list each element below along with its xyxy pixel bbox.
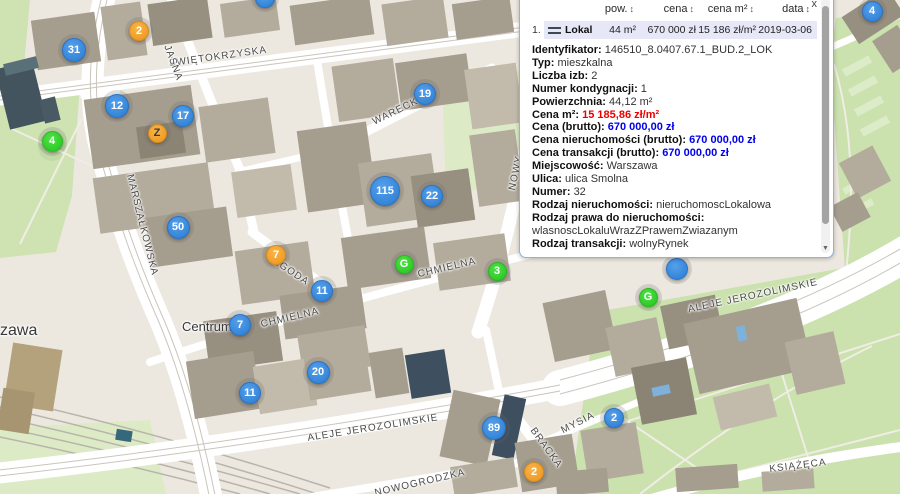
- map-application: ŚWIĘTOKRZYSKAJASNAWARECKANOWYMARSZAŁKOWS…: [0, 0, 900, 494]
- detail-line: Numer: 32: [532, 186, 813, 199]
- detail-label: Cena (brutto):: [532, 121, 608, 133]
- column-header-label: cena m²: [708, 3, 748, 15]
- detail-label: Rodzaj nieruchomości:: [532, 199, 656, 211]
- detail-line: Rodzaj nieruchomości: nieruchomoscLokalo…: [532, 199, 813, 212]
- detail-line: Cena (brutto): 670 000,00 zł: [532, 121, 813, 134]
- column-header[interactable]: cena m²↕: [694, 3, 754, 15]
- result-name: Lokal: [565, 24, 596, 36]
- detail-value: 44,12 m²: [609, 96, 652, 108]
- close-icon[interactable]: x: [812, 0, 818, 9]
- detail-label: Liczba izb:: [532, 70, 591, 82]
- map-marker[interactable]: 2: [604, 408, 624, 428]
- column-header-label: pow.: [605, 3, 628, 15]
- detail-line: Ulica: ulica Smolna: [532, 173, 813, 186]
- map-marker[interactable]: 7: [266, 245, 286, 265]
- map-marker[interactable]: 115: [370, 176, 400, 206]
- map-marker[interactable]: 19: [414, 83, 436, 105]
- detail-list: Identyfikator: 146510_8.0407.67.1_BUD.2_…: [520, 39, 833, 251]
- detail-label: Miejscowość:: [532, 160, 607, 172]
- detail-line: Powierzchnia: 44,12 m²: [532, 96, 813, 109]
- result-index: 1.: [532, 24, 544, 36]
- map-marker[interactable]: 22: [421, 185, 443, 207]
- detail-label: Cena nieruchomości (brutto):: [532, 134, 689, 146]
- detail-line: Liczba izb: 2: [532, 70, 813, 83]
- column-header[interactable]: pow.↕: [594, 3, 634, 15]
- feature-info-popup: x pow.↕cena↕cena m²↕data↕ 1. Lokal 44 m²…: [519, 0, 834, 258]
- detail-value: 670 000,00 zł: [608, 121, 675, 133]
- detail-label: Numer:: [532, 186, 574, 198]
- detail-label: Cena transakcji (brutto):: [532, 147, 662, 159]
- result-cena: 670 000 zł: [636, 24, 696, 36]
- detail-line: Rodzaj transakcji: wolnyRynek: [532, 238, 813, 251]
- header-spacer: [532, 3, 594, 15]
- popup-column-headers: pow.↕cena↕cena m²↕data↕: [520, 0, 833, 15]
- column-header-label: cena: [664, 3, 688, 15]
- result-pow: 44 m²: [596, 24, 636, 36]
- detail-line: Identyfikator: 146510_8.0407.67.1_BUD.2_…: [532, 44, 813, 57]
- detail-value: 670 000,00 zł: [689, 134, 756, 146]
- map-marker[interactable]: 20: [307, 361, 330, 384]
- column-header-label: data: [782, 3, 803, 15]
- detail-label: Rodzaj transakcji:: [532, 238, 629, 250]
- detail-label: Rodzaj prawa do nieruchomości:: [532, 212, 704, 224]
- detail-label: Cena m²:: [532, 109, 582, 121]
- detail-value: ulica Smolna: [565, 173, 628, 185]
- detail-label: Powierzchnia:: [532, 96, 609, 108]
- map-marker[interactable]: 17: [172, 105, 194, 127]
- map-marker[interactable]: 12: [105, 94, 129, 118]
- scrollbar-thumb[interactable]: [822, 6, 829, 224]
- column-header[interactable]: cena↕: [634, 3, 694, 15]
- detail-value: Warszawa: [607, 160, 658, 172]
- map-marker[interactable]: 50: [167, 216, 190, 239]
- detail-value: 32: [574, 186, 586, 198]
- detail-line: Rodzaj prawa do nieruchomości: wlasnoscL…: [532, 212, 813, 238]
- map-marker[interactable]: 4: [862, 1, 883, 22]
- map-marker[interactable]: 11: [311, 280, 333, 302]
- detail-value: 2: [591, 70, 597, 82]
- column-header[interactable]: data↕: [754, 3, 810, 15]
- detail-value: wlasnoscLokaluWrazZPrawemZwiazanym: [532, 225, 738, 237]
- detail-value: 670 000,00 zł: [662, 147, 729, 159]
- map-marker[interactable]: 7: [229, 314, 251, 336]
- detail-line: Cena transakcji (brutto): 670 000,00 zł: [532, 147, 813, 160]
- sort-icon[interactable]: ↕: [806, 4, 811, 14]
- detail-value: 146510_8.0407.67.1_BUD.2_LOK: [605, 44, 773, 56]
- detail-value: wolnyRynek: [629, 238, 688, 250]
- map-marker[interactable]: G: [639, 288, 658, 307]
- detail-value: mieszkalna: [557, 57, 612, 69]
- lokal-icon: [548, 27, 561, 34]
- detail-label: Identyfikator:: [532, 44, 605, 56]
- map-marker[interactable]: G: [395, 255, 414, 274]
- detail-label: Typ:: [532, 57, 557, 69]
- map-marker[interactable]: 2: [129, 21, 149, 41]
- detail-line: Cena nieruchomości (brutto): 670 000,00 …: [532, 134, 813, 147]
- detail-line: Numer kondygnacji: 1: [532, 83, 813, 96]
- detail-value: 15 185,86 zł/m²: [582, 109, 659, 121]
- map-marker[interactable]: 3: [488, 262, 507, 281]
- result-row-highlight[interactable]: Lokal 44 m² 670 000 zł 15 186 zł/m² 2019…: [544, 21, 817, 39]
- result-row[interactable]: 1. Lokal 44 m² 670 000 zł 15 186 zł/m² 2…: [532, 21, 817, 39]
- map-marker[interactable]: Z: [148, 124, 167, 143]
- map-marker[interactable]: 31: [62, 38, 86, 62]
- popup-scrollbar[interactable]: ▼: [821, 0, 830, 253]
- map-marker[interactable]: 89: [482, 416, 506, 440]
- detail-value: 1: [641, 83, 647, 95]
- detail-line: Cena m²: 15 185,86 zł/m²: [532, 109, 813, 122]
- detail-line: Typ: mieszkalna: [532, 57, 813, 70]
- map-marker[interactable]: 2: [524, 462, 544, 482]
- map-marker[interactable]: [666, 258, 688, 280]
- detail-line: Miejscowość: Warszawa: [532, 160, 813, 173]
- map-marker[interactable]: 11: [239, 382, 261, 404]
- detail-label: Numer kondygnacji:: [532, 83, 641, 95]
- detail-value: nieruchomoscLokalowa: [656, 199, 771, 211]
- map-marker[interactable]: 4: [42, 131, 63, 152]
- result-cena-m2: 15 186 zł/m²: [696, 24, 756, 36]
- result-data: 2019-03-06: [756, 24, 812, 36]
- scrollbar-down-arrow[interactable]: ▼: [821, 245, 830, 252]
- detail-label: Ulica:: [532, 173, 565, 185]
